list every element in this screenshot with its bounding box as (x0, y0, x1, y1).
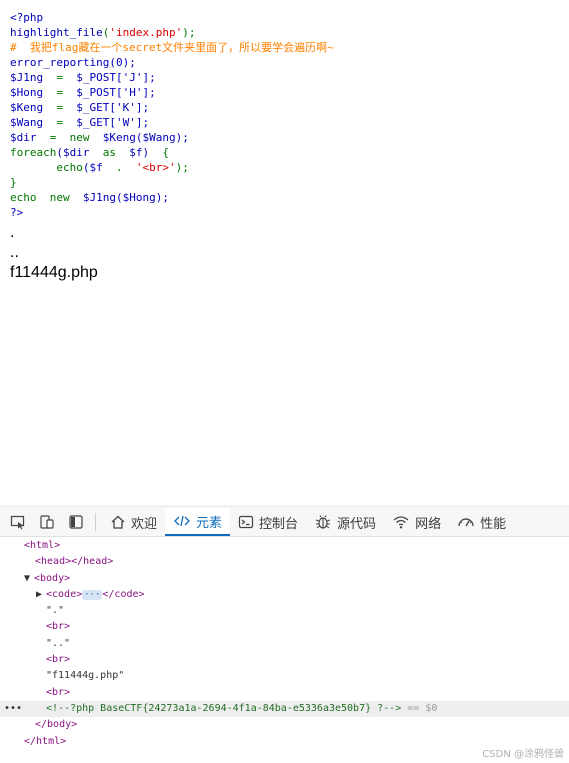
tab-label: 控制台 (259, 516, 299, 532)
dom-node-body-close[interactable]: </body> (0, 717, 569, 733)
browser-page: <?php highlight_file('index.php'); # 我把f… (0, 0, 569, 505)
dom-tree: <html> <head></head> ▼ <body> ▶ <code> ··· <… (0, 538, 569, 750)
dom-node-br[interactable]: <br> (0, 652, 569, 668)
tab-welcome[interactable]: 欢迎 (102, 508, 165, 536)
dom-node-html[interactable]: <html> (0, 538, 569, 554)
devtools-toolbar: 欢迎 元素 控制台 源代码 网络 性能 (0, 508, 569, 537)
watermark: CSDN @涂鸦怪兽 (482, 749, 564, 760)
toggle-sidebar-icon[interactable] (65, 511, 87, 533)
console-icon (238, 515, 254, 529)
dom-node-br[interactable]: <br> (0, 619, 569, 635)
dom-text-node[interactable]: "." (0, 603, 569, 619)
code-line: highlight_file (10, 26, 103, 39)
dom-text-node[interactable]: "f11444g.php" (0, 668, 569, 684)
toolbar-separator (95, 513, 96, 531)
tab-performance[interactable]: 性能 (449, 508, 514, 536)
dom-text-node[interactable]: ".." (0, 636, 569, 652)
home-icon (111, 515, 125, 529)
tab-label: 元素 (196, 515, 223, 531)
inspect-element-icon[interactable] (7, 511, 29, 533)
more-actions-icon[interactable]: ••• (4, 701, 22, 717)
tab-sources[interactable]: 源代码 (306, 508, 384, 536)
tab-label: 性能 (480, 516, 507, 532)
tab-network[interactable]: 网络 (384, 508, 449, 536)
collapse-triangle-icon[interactable]: ▶ (36, 587, 46, 603)
expand-triangle-icon[interactable]: ▼ (24, 571, 34, 587)
bug-icon (315, 515, 331, 529)
device-emulation-icon[interactable] (36, 511, 58, 533)
output-line: f11444g.php (10, 264, 98, 281)
tab-elements[interactable]: 元素 (165, 508, 231, 536)
dom-node-code[interactable]: ▶ <code> ··· </code> (0, 587, 569, 603)
output-line: .. (10, 244, 19, 261)
dom-node-br[interactable]: <br> (0, 685, 569, 701)
dom-node-head[interactable]: <head></head> (0, 554, 569, 570)
tab-console[interactable]: 控制台 (230, 508, 306, 536)
tab-label: 网络 (415, 516, 442, 532)
ellipsis-button[interactable]: ··· (82, 589, 103, 600)
dom-node-comment-selected[interactable]: ••• <!--?php BaseCTF{24273a1a-2694-4f1a-8… (0, 700, 569, 718)
output-line: . (10, 224, 15, 241)
code-line: error_reporting(0); (10, 56, 136, 69)
devtools-panel: 欢迎 元素 控制台 源代码 网络 性能 <html> <head></head>… (0, 508, 569, 763)
dom-node-body[interactable]: ▼ <body> (0, 571, 569, 587)
php-source-code: <?php highlight_file('index.php'); # 我把f… (10, 11, 334, 219)
selected-node-marker: == $0 (407, 702, 438, 714)
code-line: <?php (10, 11, 44, 24)
tab-label: 源代码 (337, 516, 377, 532)
wifi-icon (393, 516, 409, 529)
gauge-icon (458, 518, 474, 527)
code-brackets-icon (174, 515, 190, 527)
code-comment: # 我把flag藏在一个secret文件夹里面了，所以要学会遍历啊~ (10, 41, 334, 54)
page-output: . .. f11444g.php (10, 223, 98, 283)
tab-label: 欢迎 (131, 516, 158, 532)
